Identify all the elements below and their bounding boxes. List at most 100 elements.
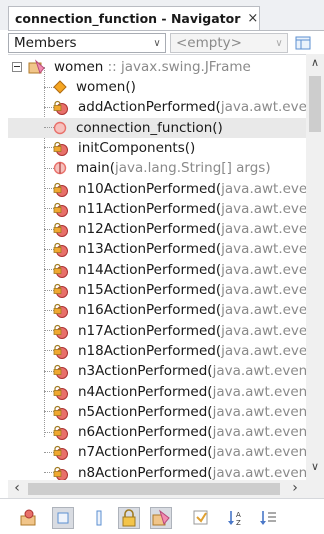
tree-member-row[interactable]: n16ActionPerformed(java.awt.even (8, 300, 306, 320)
tree-member-row[interactable]: addActionPerformed(java.awt.even (8, 97, 306, 117)
class-supertype: javax.swing.JFrame (121, 59, 251, 75)
member-label: n8ActionPerformed(java.awt.event. (78, 465, 306, 481)
private-method-icon (53, 446, 68, 461)
method-icon (53, 121, 67, 134)
member-params: java.awt.even (221, 180, 306, 197)
scroll-left-icon[interactable]: ‹ (8, 480, 26, 498)
tree-member-row[interactable]: n5ActionPerformed(java.awt.event. (8, 402, 306, 422)
tree-member-row[interactable]: initComponents() (8, 138, 306, 158)
tree-member-row[interactable]: n13ActionPerformed(java.awt.even (8, 239, 306, 259)
tree-indent (8, 120, 54, 136)
static-toggle-icon (96, 510, 102, 526)
collapse-icon[interactable] (12, 62, 22, 72)
tree-member-row[interactable]: n3ActionPerformed(java.awt.event. (8, 361, 306, 381)
constructor-icon (53, 80, 67, 94)
tree-member-row[interactable]: n4ActionPerformed(java.awt.event. (8, 382, 306, 402)
navigator-toolbar: A Z (0, 498, 324, 534)
member-label: n17ActionPerformed(java.awt.even (78, 323, 306, 339)
tree-member-row[interactable]: connection_function() (8, 117, 306, 138)
tree-member-row[interactable]: n17ActionPerformed(java.awt.even (8, 321, 306, 341)
show-inherited-button[interactable] (18, 507, 40, 529)
member-params: java.lang.String[] args) (115, 160, 271, 177)
tree-member-row[interactable]: n14ActionPerformed(java.awt.even (8, 260, 306, 280)
vertical-scrollbar[interactable]: ∧ ∨ (306, 54, 324, 480)
member-tree[interactable]: women :: javax.swing.JFrame women()addAc… (8, 54, 306, 481)
private-method-icon (53, 304, 68, 319)
member-params: java.awt.even (220, 99, 306, 116)
member-params: java.awt.even (221, 261, 306, 278)
member-label: n7ActionPerformed(java.awt.event. (78, 444, 306, 460)
tree-member-row[interactable]: n18ActionPerformed(java.awt.even (8, 341, 306, 361)
private-method-icon (53, 283, 68, 298)
scroll-down-icon[interactable]: ∨ (306, 458, 324, 476)
show-static-button[interactable] (88, 507, 110, 529)
tree-member-row[interactable]: n15ActionPerformed(java.awt.even (8, 280, 306, 300)
tree-indent (8, 160, 54, 176)
member-params: java.awt.even (221, 302, 306, 319)
show-inner-classes-button[interactable] (150, 507, 172, 529)
members-dropdown-value: Members (14, 35, 77, 51)
member-params: java.awt.even (221, 322, 306, 339)
tree-member-row[interactable]: n8ActionPerformed(java.awt.event. (8, 463, 306, 481)
horizontal-scrollbar[interactable]: ‹ › (8, 480, 306, 498)
members-dropdown[interactable]: Members ∨ (8, 33, 166, 53)
member-name: n18ActionPerformed( (78, 342, 222, 359)
tree-indent (8, 323, 54, 339)
tree-member-row[interactable]: n7ActionPerformed(java.awt.event. (8, 442, 306, 462)
member-label: n15ActionPerformed(java.awt.even (78, 282, 306, 298)
tree-member-row[interactable]: n10ActionPerformed(java.awt.even (8, 179, 306, 199)
horizontal-scroll-thumb[interactable] (28, 483, 280, 495)
chevron-down-icon: ∨ (153, 37, 161, 49)
member-label: addActionPerformed(java.awt.even (78, 99, 306, 115)
member-params: java.awt.event. (212, 363, 306, 380)
tree-member-row[interactable]: women() (8, 77, 306, 97)
sort-by-name-button[interactable]: A Z (226, 507, 248, 529)
close-icon[interactable]: × (247, 11, 258, 26)
tree-member-row[interactable]: n11ActionPerformed(java.awt.even (8, 199, 306, 219)
scroll-up-icon[interactable]: ∧ (306, 54, 324, 72)
scroll-right-icon[interactable]: › (286, 480, 304, 498)
filter-dropdown[interactable]: <empty> ∨ (170, 33, 288, 53)
private-method-icon (53, 344, 68, 359)
tree-member-row[interactable]: main(java.lang.String[] args) (8, 158, 306, 178)
member-params: java.awt.event. (212, 444, 306, 461)
sort-by-source-button[interactable] (258, 507, 280, 529)
tree-indent (8, 465, 54, 481)
tree-indent (8, 241, 54, 257)
member-label: n12ActionPerformed(java.awt.even (78, 221, 306, 237)
tree-indent (8, 282, 54, 298)
tree-root-row[interactable]: women :: javax.swing.JFrame (8, 57, 306, 77)
chevron-down-icon: ∨ (275, 37, 283, 49)
tree-indent (8, 221, 54, 237)
tree-member-row[interactable]: n12ActionPerformed(java.awt.even (8, 219, 306, 239)
member-label: n16ActionPerformed(java.awt.even (78, 302, 306, 318)
member-name: main( (76, 160, 115, 177)
private-method-icon (53, 202, 68, 217)
private-method-icon (53, 223, 68, 238)
member-label: n11ActionPerformed(java.awt.even (78, 201, 306, 217)
vertical-scroll-thumb[interactable] (309, 76, 321, 132)
tree-indent (8, 363, 54, 379)
filter-options-button[interactable] (294, 35, 312, 51)
tree-indent (8, 201, 54, 217)
tree-indent (8, 302, 54, 318)
member-label: n10ActionPerformed(java.awt.even (78, 181, 306, 197)
tab-bar: connection_function - Navigator × (0, 0, 324, 30)
member-name: women() (76, 79, 136, 95)
show-fqn-button[interactable] (190, 507, 212, 529)
tab-navigator[interactable]: connection_function - Navigator × (8, 6, 260, 30)
private-method-icon (53, 365, 68, 380)
show-fields-button[interactable] (52, 507, 74, 529)
member-name: n17ActionPerformed( (78, 322, 222, 339)
tree-indent (8, 79, 54, 95)
member-name: initComponents() (78, 139, 196, 156)
member-name: n13ActionPerformed( (78, 241, 222, 258)
private-method-icon (53, 324, 68, 339)
private-method-icon (53, 141, 68, 156)
tree-indent (8, 181, 54, 197)
private-method-icon (53, 405, 68, 420)
show-private-button[interactable] (118, 507, 140, 529)
member-params: java.awt.even (221, 221, 306, 238)
class-name: women (54, 59, 104, 75)
tree-member-row[interactable]: n6ActionPerformed(java.awt.event. (8, 422, 306, 442)
